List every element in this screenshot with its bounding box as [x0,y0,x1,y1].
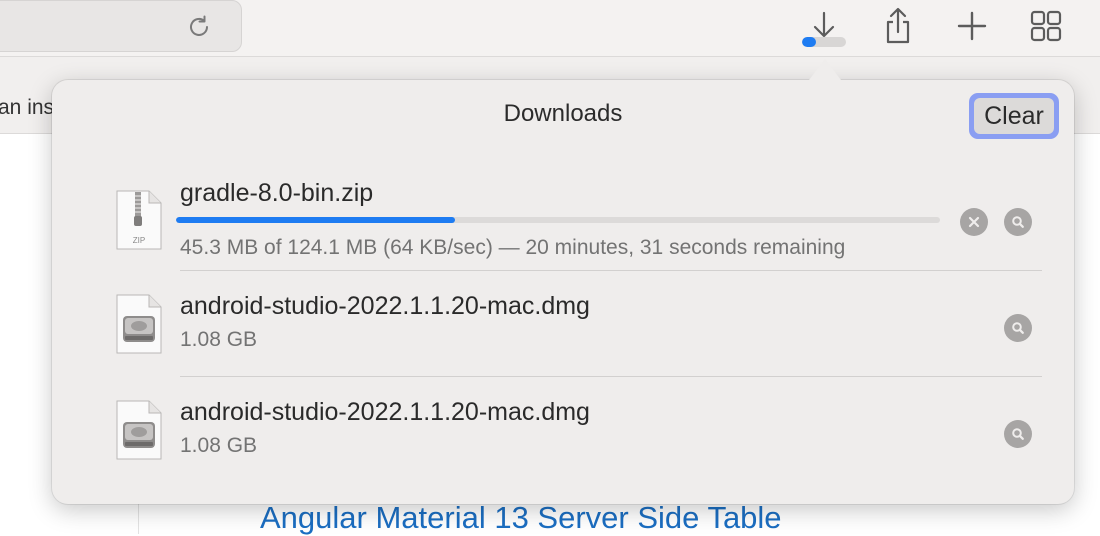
download-size: 1.08 GB [180,328,258,351]
downloads-title: Downloads [503,100,623,127]
clear-button[interactable]: Clear [969,93,1059,139]
clear-button-label: Clear [974,98,1054,134]
close-icon [968,216,980,228]
share-icon [886,7,910,44]
magnifier-icon [1012,322,1024,334]
downloads-popover: Downloads Clear ZIP gradle-8.0-bin.zip 4… [52,59,1074,504]
zip-label: ZIP [133,236,145,245]
toolbar-download-progress-fill [802,37,817,47]
disk-image-icon [116,294,162,354]
tab-grid-icon [1030,10,1062,42]
magnifier-icon [1012,216,1024,228]
download-filename: gradle-8.0-bin.zip [180,179,374,207]
reveal-in-finder-button[interactable] [1004,208,1032,236]
download-filename: android-studio-2022.1.1.20-mac.dmg [180,292,590,320]
browser-toolbar [0,0,1100,56]
popover-arrow [809,59,841,80]
toolbar-download-progress [802,37,846,47]
address-bar[interactable] [0,0,242,52]
tab-overview-button[interactable] [1024,4,1068,48]
download-size: 1.08 GB [180,434,258,457]
download-progress-bar [176,217,940,223]
share-button[interactable] [876,4,920,48]
plus-icon [957,11,987,41]
disk-image-icon [116,400,162,460]
download-progress-fill [176,217,455,223]
tab-title[interactable]: an ins [0,96,54,120]
new-tab-button[interactable] [950,4,994,48]
magnifier-icon [1012,428,1024,440]
download-separator [180,376,1042,377]
download-filename: android-studio-2022.1.1.20-mac.dmg [180,398,590,426]
reload-icon[interactable] [185,13,213,41]
page-heading-link[interactable]: Angular Material 13 Server Side Table [260,500,782,536]
reveal-in-finder-button[interactable] [1004,314,1032,342]
reveal-in-finder-button[interactable] [1004,420,1032,448]
cancel-download-button[interactable] [960,208,988,236]
download-status: 45.3 MB of 124.1 MB (64 KB/sec) — 20 min… [180,236,846,259]
download-separator [180,270,1042,271]
zip-file-icon: ZIP [116,190,162,250]
